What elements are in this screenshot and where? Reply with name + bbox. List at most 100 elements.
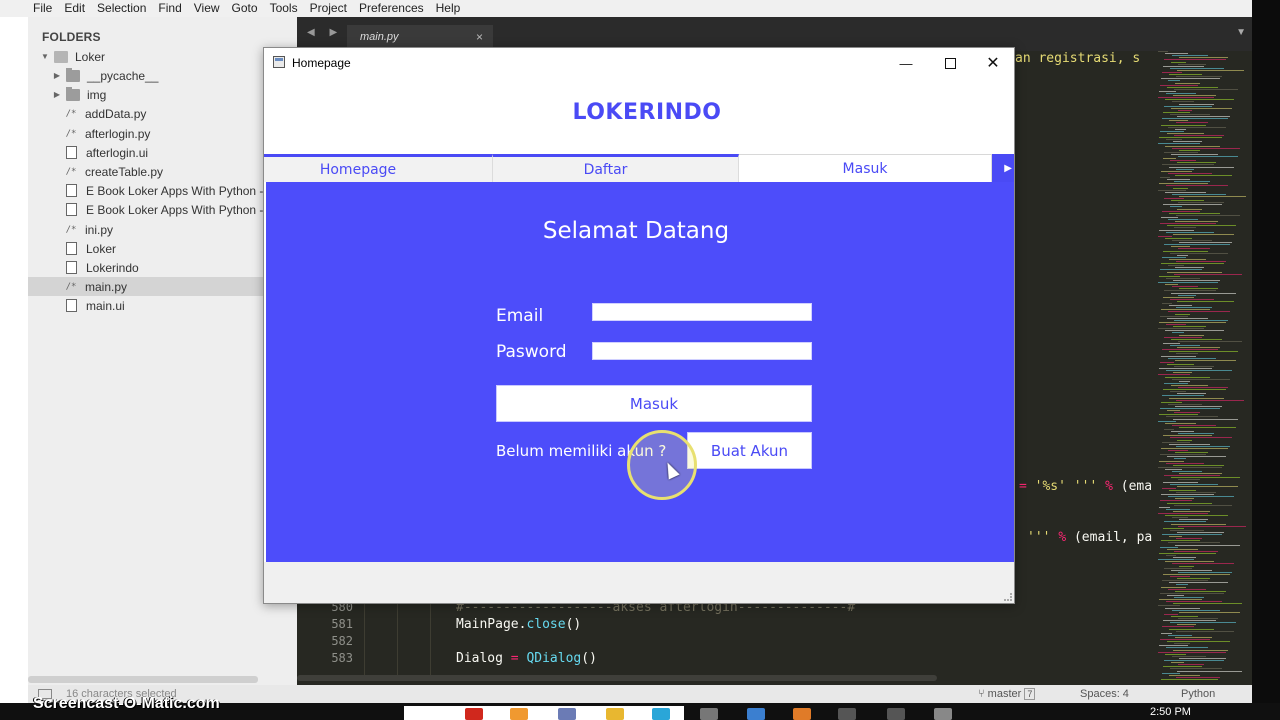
syntax-status[interactable]: Python — [1181, 688, 1215, 700]
tab-scroll-right-button[interactable]: ▶ — [992, 154, 1014, 182]
folder-icon — [66, 67, 80, 82]
sidebar-item[interactable]: /* ini.py — [28, 220, 297, 239]
minimap-line — [1174, 319, 1228, 321]
minimap-line — [1158, 97, 1214, 99]
screen-edge-right — [1252, 0, 1280, 720]
chevron-right-icon[interactable]: ▶ — [52, 71, 62, 80]
dialog-titlebar[interactable]: Homepage — ✕ — [264, 48, 1014, 78]
minimap-line — [1174, 181, 1210, 183]
sidebar-item[interactable]: /* main.py — [28, 277, 297, 296]
minimap-line — [1164, 429, 1174, 430]
password-field[interactable] — [592, 342, 812, 360]
minimap-line — [1158, 328, 1204, 330]
tab-homepage[interactable]: Homepage — [264, 154, 493, 182]
menu-selection[interactable]: Selection — [91, 0, 152, 17]
sidebar-item[interactable]: main.ui — [28, 296, 297, 315]
menu-preferences[interactable]: Preferences — [353, 0, 430, 17]
chevron-down-icon[interactable]: ▼ — [40, 52, 50, 61]
minimap-line — [1171, 569, 1212, 571]
minimap-line — [1171, 477, 1240, 479]
code-horizontal-scrollbar[interactable] — [297, 675, 937, 681]
menu-help[interactable]: Help — [430, 0, 467, 17]
minimap-line — [1171, 153, 1218, 155]
close-button[interactable]: ✕ — [971, 48, 1015, 78]
window-app-icon — [273, 56, 285, 68]
register-button[interactable]: Buat Akun — [687, 432, 812, 469]
sublime-icon[interactable] — [793, 708, 811, 720]
sidebar-root-folder[interactable]: ▼ Loker — [28, 47, 297, 66]
minimap-line — [1168, 80, 1180, 82]
tab-masuk[interactable]: Masuk — [739, 154, 992, 182]
app-icon[interactable] — [934, 708, 952, 720]
email-field[interactable] — [592, 303, 812, 321]
minimap-line — [1162, 164, 1214, 166]
app-icon[interactable] — [887, 708, 905, 720]
app-icon[interactable] — [747, 708, 765, 720]
minimap-line — [1177, 670, 1242, 672]
app-icon[interactable] — [700, 708, 718, 720]
menu-tools[interactable]: Tools — [264, 0, 304, 17]
folder-icon[interactable] — [606, 708, 624, 720]
git-branch-status[interactable]: ⑂ master 7 — [978, 688, 1036, 700]
tab-nav-arrows-icon[interactable]: ◀ ▶ — [307, 27, 343, 38]
folder-sidebar: FOLDERS ▼ Loker ▶ __pycache__ ▶ img /* addDat… — [28, 17, 297, 685]
sidebar-item[interactable]: afterlogin.ui — [28, 143, 297, 162]
menu-goto[interactable]: Goto — [226, 0, 264, 17]
sidebar-item-label: addData.py — [85, 106, 147, 121]
sidebar-scrollbar[interactable] — [28, 676, 258, 683]
code-fragment: an registrasi, s — [1015, 51, 1141, 66]
sidebar-item[interactable]: /* createTable.py — [28, 162, 297, 181]
minimap-line — [1177, 254, 1188, 256]
minimap-line — [1179, 657, 1226, 659]
file-icon — [66, 261, 77, 274]
chevron-right-icon[interactable]: ▶ — [52, 90, 62, 99]
minimap-line — [1158, 189, 1186, 191]
code-minimap[interactable] — [1152, 51, 1252, 685]
sidebar-item[interactable]: Lokerindo — [28, 258, 297, 277]
minimap-line — [1176, 676, 1220, 678]
minimap-line — [1163, 481, 1198, 483]
sidebar-item[interactable]: E Book Loker Apps With Python - K — [28, 200, 297, 219]
sidebar-item[interactable]: ▶ img — [28, 85, 297, 104]
minimap-line — [1176, 538, 1202, 540]
taskbar-clock[interactable]: 2:50 PM — [1150, 706, 1191, 718]
minimap-line — [1160, 84, 1198, 86]
minimap-line — [1177, 208, 1202, 210]
menu-project[interactable]: Project — [304, 0, 353, 17]
taskbar-search-box[interactable] — [404, 706, 684, 720]
python-file-icon: /* — [65, 128, 77, 139]
terminal-icon[interactable] — [838, 708, 856, 720]
tab-daftar[interactable]: Daftar — [493, 154, 739, 182]
sidebar-item[interactable]: ▶ __pycache__ — [28, 66, 297, 85]
app-icon[interactable] — [510, 708, 528, 720]
sidebar-item[interactable]: E Book Loker Apps With Python - K — [28, 181, 297, 200]
minimap-line — [1161, 78, 1220, 80]
app-icon[interactable] — [558, 708, 576, 720]
minimize-button[interactable]: — — [884, 48, 928, 78]
chrome-icon[interactable] — [465, 708, 483, 720]
minimap-line — [1172, 147, 1240, 149]
chevron-down-icon[interactable]: ▼ — [1236, 27, 1246, 38]
minimap-line — [1173, 603, 1242, 605]
minimap-line — [1160, 130, 1184, 132]
sidebar-item[interactable]: /* afterlogin.py — [28, 124, 297, 143]
menu-find[interactable]: Find — [152, 0, 187, 17]
minimap-line — [1174, 504, 1232, 506]
menu-file[interactable]: File — [0, 0, 58, 17]
minimap-line — [1174, 227, 1196, 229]
maximize-button[interactable] — [928, 48, 972, 78]
sidebar-item[interactable]: Loker — [28, 239, 297, 258]
minimap-line — [1161, 216, 1178, 218]
minimap-line — [1170, 206, 1182, 208]
minimap-line — [1163, 666, 1202, 668]
minimap-line — [1170, 483, 1218, 485]
sidebar-item[interactable]: /* addData.py — [28, 104, 297, 123]
resize-grip-icon[interactable] — [1004, 593, 1012, 601]
minimap-line — [1167, 317, 1208, 319]
close-icon[interactable]: × — [476, 30, 483, 44]
menu-view[interactable]: View — [188, 0, 226, 17]
indentation-status[interactable]: Spaces: 4 — [1080, 688, 1129, 700]
login-button[interactable]: Masuk — [496, 385, 812, 422]
edge-icon[interactable] — [652, 708, 670, 720]
menu-edit[interactable]: Edit — [58, 0, 91, 17]
